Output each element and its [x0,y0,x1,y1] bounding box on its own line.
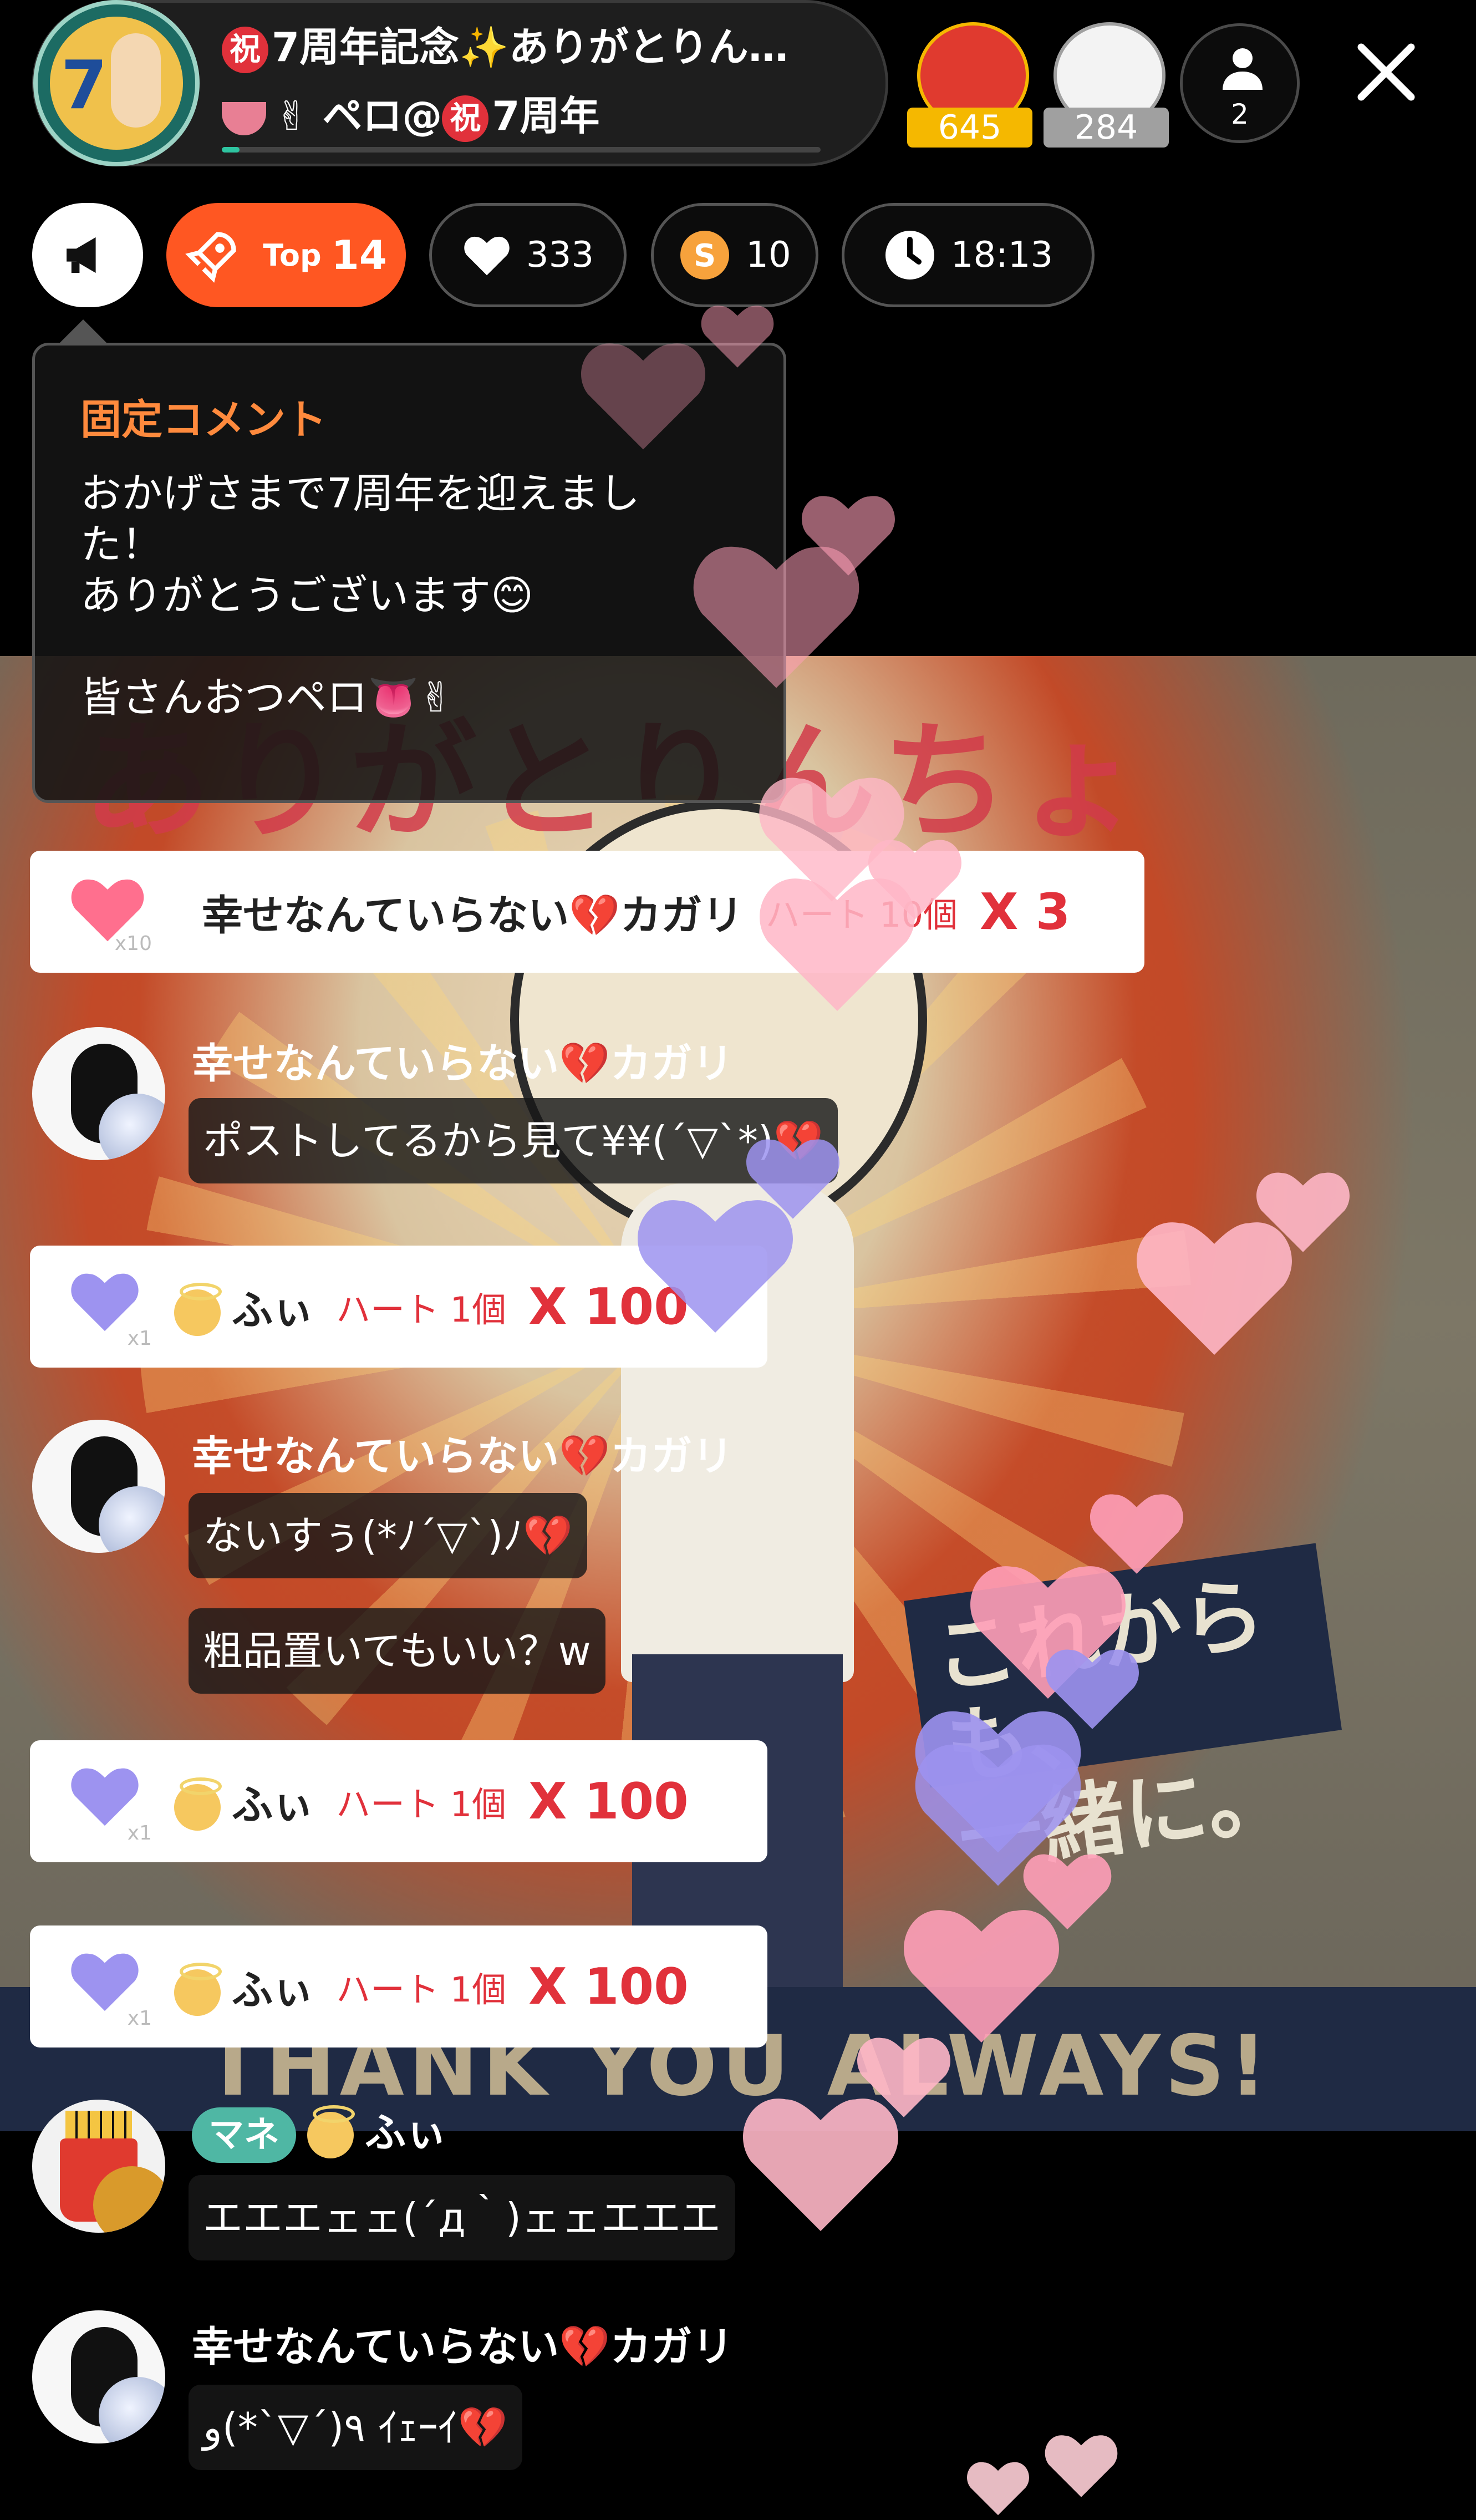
like-count-button[interactable]: 333 [429,203,627,307]
floating-heart-icon [577,333,710,455]
floating-heart-icon [1131,1209,1297,1362]
celebration-badge: 祝 [222,27,268,74]
chat-username[interactable]: 幸せなんていらない💔カガリ [192,1030,733,1090]
viewer-count-button[interactable]: 2 [1180,23,1300,143]
floating-heart-icon [699,299,776,371]
gift-notification: x1 ふぃ ハート 1個 X 100 [30,1925,767,2048]
close-button[interactable] [1353,39,1419,105]
angel-icon [174,1282,222,1336]
floating-heart-icon [898,1897,1065,2050]
host-name: ✌ ペロ@ 祝 7周年 [222,83,600,143]
svg-text:S: S [694,238,716,274]
floating-heart-icon [1042,2429,1120,2501]
user-avatar[interactable] [32,2100,165,2233]
celebration-badge: 祝 [442,95,489,143]
floating-heart-icon [737,2085,904,2238]
tongue-icon [222,102,266,136]
stream-title: 祝 7周年記念✨ありがとりん… [222,14,788,74]
floating-heart-icon [965,2457,1031,2518]
chat-username[interactable]: マネ ふぃ [192,2100,447,2163]
chat-message: エエエェェ(´д｀)ェェエエエ [189,2175,735,2260]
user-avatar[interactable] [32,1027,165,1160]
user-avatar[interactable] [32,2310,165,2443]
chat-message: 粗品置いてもいい？w [189,1608,605,1694]
floating-heart-icon [688,532,865,695]
ranking-button[interactable]: Top 14 [166,203,406,307]
floating-heart-icon [754,865,920,1018]
close-icon [1357,43,1415,101]
user-avatar[interactable] [32,1420,165,1553]
top-gifter-1[interactable]: 645 [907,22,1032,148]
chat-username[interactable]: 幸せなんていらない💔カガリ [192,1423,733,1482]
user-icon [1223,48,1263,90]
floating-heart-icon [632,1187,798,1340]
angel-icon [307,2105,355,2159]
coin-icon: S [680,231,730,280]
rocket-icon [185,232,236,283]
top-gifter-2[interactable]: 284 [1044,22,1169,148]
stream-progress [222,147,821,153]
heart-gift-icon: x10 [69,873,152,955]
gift-notification: x1 ふぃ ハート 1個 X 100 [30,1740,767,1862]
purple-heart-gift-icon: x1 [69,1948,152,2030]
chat-message: ٩(´▽`*)و ｲｪｰｲ💔 [189,2385,522,2470]
gift-notification: x10 幸せなんていらない💔カガリ ハート 10個 X 3 [30,851,1144,973]
angel-icon [174,1962,222,2016]
stream-time-button[interactable]: 18:13 [842,203,1095,307]
coin-count-button[interactable]: S 10 [651,203,818,307]
heart-icon [464,236,510,276]
pinned-comment-text: おかげさまで7周年を迎えまし た！ ありがとうございます😊 皆さんおつペロ👅✌ [80,470,640,722]
manager-tag: マネ [192,2107,296,2163]
purple-heart-gift-icon: x1 [69,1268,152,1350]
chat-message: ポストしてるから見て¥¥(´▽`*)💔 [189,1098,838,1183]
purple-heart-gift-icon: x1 [69,1762,152,1845]
chat-username[interactable]: 幸せなんていらない💔カガリ [192,2314,733,2373]
clock-icon [885,231,934,280]
angel-icon [174,1777,222,1831]
chat-message: ないすぅ(*ﾉ´▽`)ﾉ💔 [189,1493,588,1578]
announcement-button[interactable] [32,203,143,307]
host-avatar[interactable]: 7 [33,0,200,166]
megaphone-icon [67,237,96,273]
